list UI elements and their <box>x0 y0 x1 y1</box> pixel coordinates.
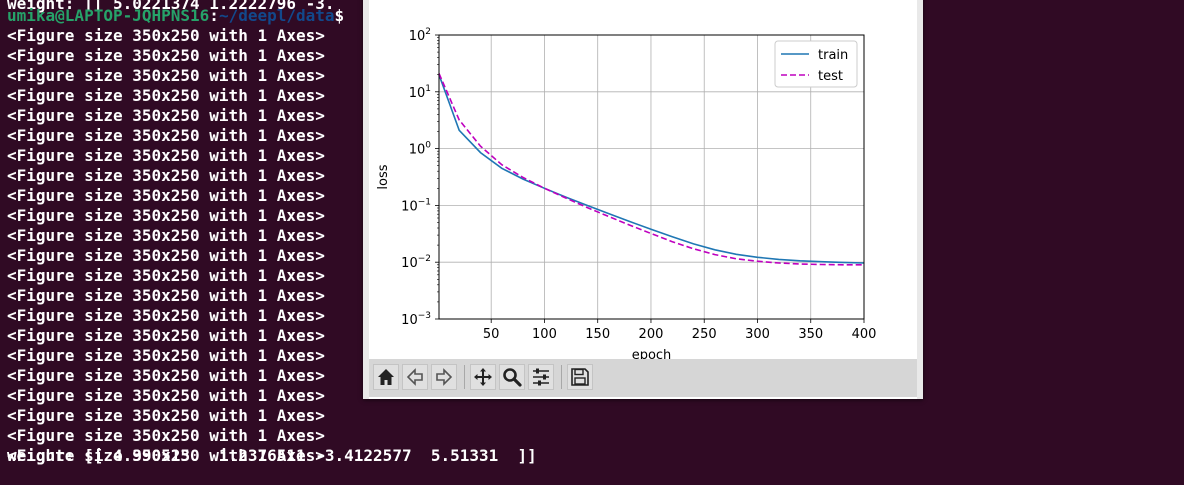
terminal-output-line: <Figure size 350x250 with 1 Axes> <box>7 286 325 305</box>
y-tick-label: 10−2 <box>401 254 431 271</box>
series-line-train <box>438 74 865 264</box>
toolbar-separator <box>464 365 465 389</box>
y-axis-label: loss <box>376 164 391 189</box>
x-tick-label: 50 <box>483 327 500 342</box>
move-icon <box>474 368 492 386</box>
arrow-right-icon <box>436 368 453 386</box>
series-lines <box>438 73 865 266</box>
terminal-output-line: <Figure size 350x250 with 1 Axes> <box>7 206 325 225</box>
terminal-output-line: <Figure size 350x250 with 1 Axes> <box>7 386 325 405</box>
save-button[interactable] <box>567 364 593 390</box>
terminal-output-line: <Figure size 350x250 with 1 Axes> <box>7 226 325 245</box>
toolbar-separator <box>561 365 562 389</box>
y-tick-label: 100 <box>409 141 432 158</box>
x-tick-label: 150 <box>585 327 610 342</box>
terminal-output-line: <Figure size 350x250 with 1 Axes> <box>7 246 325 265</box>
y-tick-label: 10−3 <box>401 311 431 328</box>
terminal-output-line: <Figure size 350x250 with 1 Axes> <box>7 66 325 85</box>
x-axis-label: epoch <box>632 348 672 359</box>
terminal-output-line: <Figure size 350x250 with 1 Axes> <box>7 126 325 145</box>
x-tick-label: 250 <box>692 327 717 342</box>
terminal-output-line: <Figure size 350x250 with 1 Axes> <box>7 46 325 65</box>
terminal-output-line: <Figure size 350x250 with 1 Axes> <box>7 326 325 345</box>
legend-label-train: train <box>818 48 848 63</box>
legend: train test <box>774 40 858 88</box>
y-tick-base: 10 <box>401 313 418 328</box>
y-tick-base: 10 <box>409 143 426 158</box>
y-tick-exponent: −3 <box>418 311 431 321</box>
sliders-icon <box>533 368 549 386</box>
figure-canvas[interactable]: 50 100 150 200 250 300 350 400 102 101 100 10−1 10−2… <box>369 0 917 363</box>
y-tick-exponent: −2 <box>418 254 431 264</box>
window-frame-right <box>917 0 923 399</box>
x-tick-label: 400 <box>852 327 877 342</box>
x-tick-label: 350 <box>798 327 823 342</box>
y-tick-label: 102 <box>409 27 431 44</box>
y-tick-label: 101 <box>409 84 431 101</box>
y-tick-exponent: −1 <box>418 197 431 207</box>
y-tick-base: 10 <box>401 199 418 214</box>
navigation-toolbar <box>369 359 917 397</box>
prompt-separator: : <box>209 6 219 25</box>
terminal-output-line: <Figure size 350x250 with 1 Axes> <box>7 26 325 45</box>
pan-button[interactable] <box>470 364 496 390</box>
y-tick-base: 10 <box>401 256 418 271</box>
terminal-output-line: <Figure size 350x250 with 1 Axes> <box>7 426 325 445</box>
y-tick-exponent: 1 <box>425 84 431 94</box>
y-tick-label: 10−1 <box>401 197 431 214</box>
y-tick-base: 10 <box>409 29 426 44</box>
terminal-output-line: <Figure size 350x250 with 1 Axes> <box>7 366 325 385</box>
floppy-disk-icon <box>571 368 589 386</box>
terminal-output-line: <Figure size 350x250 with 1 Axes> <box>7 406 325 425</box>
legend-label-test: test <box>818 69 843 84</box>
magnifier-icon <box>503 368 522 387</box>
loss-chart: 50 100 150 200 250 300 350 40010210110010−110−2… <box>376 27 877 363</box>
terminal-output-line: <Figure size 350x250 with 1 Axes> <box>7 306 325 325</box>
home-icon <box>378 369 394 385</box>
terminal-output-line: <Figure size 350x250 with 1 Axes> <box>7 166 325 185</box>
terminal-output-line: <Figure size 350x250 with 1 Axes> <box>7 146 325 165</box>
prompt-user: umika@LAPTOP-JQHPNS16 <box>7 6 210 25</box>
x-tick-label: 300 <box>745 327 770 342</box>
y-tick-exponent: 0 <box>425 141 431 151</box>
forward-button[interactable] <box>431 364 457 390</box>
zoom-button[interactable] <box>499 364 525 390</box>
x-tick-label: 200 <box>639 327 664 342</box>
y-tick-base: 10 <box>409 86 426 101</box>
x-tick-label: 100 <box>532 327 557 342</box>
back-button[interactable] <box>402 364 428 390</box>
home-button[interactable] <box>373 364 399 390</box>
terminal-output-line: <Figure size 350x250 with 1 Axes> <box>7 346 325 365</box>
terminal-output-line: <Figure size 350x250 with 1 Axes> <box>7 266 325 285</box>
terminal-output-line: <Figure size 350x250 with 1 Axes> <box>7 86 325 105</box>
matplotlib-figure-window[interactable]: 50 100 150 200 250 300 350 400 102 101 100 10−1 10−2… <box>363 0 923 399</box>
terminal-last-line: weight: [[ 4.990513 1.2376511 -3.4122577… <box>7 446 537 465</box>
terminal-output-line: <Figure size 350x250 with 1 Axes> <box>7 106 325 125</box>
terminal-prompt: umika@LAPTOP-JQHPNS16:~/deepl/data$ <box>7 6 344 26</box>
prompt-symbol: $ <box>334 6 345 25</box>
prompt-path: ~/deepl/data <box>218 6 335 25</box>
configure-subplots-button[interactable] <box>528 364 554 390</box>
y-tick-exponent: 2 <box>425 27 431 37</box>
terminal-output-line: <Figure size 350x250 with 1 Axes> <box>7 186 325 205</box>
arrow-left-icon <box>406 368 423 386</box>
